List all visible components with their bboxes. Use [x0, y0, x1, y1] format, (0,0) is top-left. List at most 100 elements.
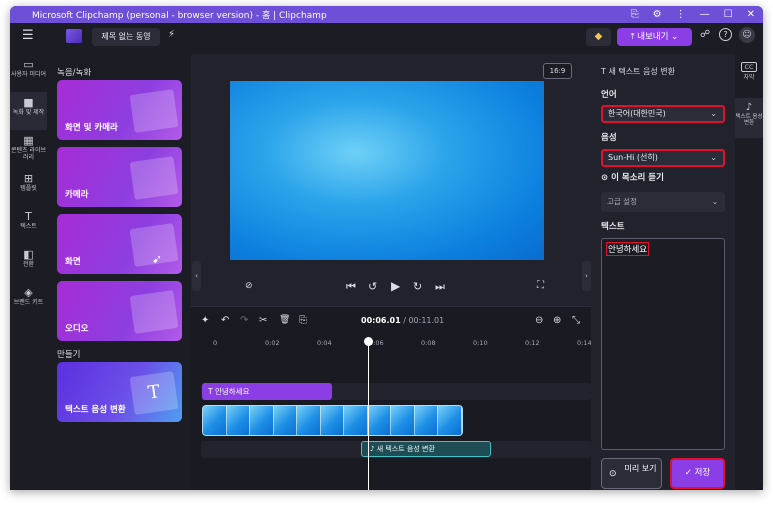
- ruler-tick: 0: [213, 339, 218, 347]
- language-select[interactable]: 한국어(대한민국) ⌄: [601, 105, 725, 123]
- aspect-ratio-button[interactable]: 16:9: [543, 63, 572, 79]
- nav-item-content-library[interactable]: ▦ 콘텐츠 라이브러리: [10, 130, 47, 168]
- premium-icon[interactable]: ◆: [586, 28, 611, 46]
- help-icon[interactable]: ?: [719, 28, 732, 41]
- brand-kit-icon: ◈: [24, 286, 33, 299]
- nav-item-text[interactable]: T 텍스트: [10, 206, 47, 244]
- delete-icon[interactable]: 🗑: [279, 315, 290, 325]
- transitions-icon: ◧: [23, 248, 34, 261]
- captions-off-icon[interactable]: ⊘: [245, 281, 253, 291]
- nav-label: 콘텐츠 라이브러리: [10, 147, 47, 161]
- text-icon: T: [25, 210, 32, 223]
- rail-item-text-to-speech[interactable]: ♪ 텍스트 음성 변환: [735, 98, 763, 138]
- text-input[interactable]: 안녕하세요: [601, 238, 725, 450]
- video-preview: [230, 81, 544, 260]
- text-clip[interactable]: T 안녕하세요: [202, 383, 332, 400]
- preview-button[interactable]: ⊙ 미리 보기: [601, 458, 662, 489]
- voice-select[interactable]: Sun-Hi (선히) ⌄: [601, 149, 725, 167]
- audio-clip[interactable]: ♪ 새 텍스트 음성 변환: [361, 441, 491, 457]
- card-label: 화면 및 카메라: [65, 123, 118, 133]
- undo-icon[interactable]: ↶: [221, 315, 229, 326]
- avatar[interactable]: ☺: [739, 27, 755, 43]
- panel-title: 새 텍스트 음성 변환: [608, 67, 675, 76]
- video-camera-icon: ■: [23, 96, 34, 109]
- minimize-icon[interactable]: —: [700, 9, 710, 20]
- fit-timeline-icon[interactable]: ⤡: [572, 315, 580, 326]
- nav-item-templates[interactable]: ⊞ 템플릿: [10, 168, 47, 206]
- fullscreen-icon[interactable]: ⛶: [537, 280, 544, 291]
- play-icon[interactable]: ▶: [391, 279, 400, 293]
- text-label: 텍스트: [601, 222, 625, 232]
- preview-label: 미리 보기: [624, 464, 657, 473]
- nav-item-brand-kit[interactable]: ◈ 브랜드 키트: [10, 282, 47, 320]
- card-audio[interactable]: 오디오: [57, 281, 182, 341]
- window-title: Microsoft Clipchamp (personal - browser …: [32, 11, 327, 21]
- panel-header: T 새 텍스트 음성 변환: [601, 66, 675, 77]
- ruler-tick: 0:10: [473, 339, 488, 347]
- video-clip[interactable]: [202, 405, 463, 436]
- card-screen-and-camera[interactable]: 화면 및 카메라: [57, 80, 182, 140]
- language-value: 한국어(대한민국): [608, 109, 666, 118]
- skip-back-icon[interactable]: ⏮: [346, 280, 356, 294]
- voice-icon: ♪: [745, 102, 753, 113]
- card-camera[interactable]: 카메라: [57, 147, 182, 207]
- language-label: 언어: [601, 90, 617, 100]
- rewind-5s-icon[interactable]: ↺: [368, 280, 377, 293]
- rail-label: 자막: [743, 74, 755, 81]
- text-input-value: 안녕하세요: [606, 242, 650, 256]
- chevron-down-icon: ⌄: [711, 197, 718, 206]
- copy-icon[interactable]: ⎘: [631, 9, 639, 20]
- magic-icon[interactable]: ⚡: [168, 29, 175, 40]
- card-label: 오디오: [65, 324, 89, 334]
- templates-icon: ⊞: [23, 172, 34, 185]
- window-controls: ⎘ ⚙ ⋮ — ☐ ✕: [631, 6, 755, 23]
- skip-forward-icon[interactable]: ⏭: [435, 280, 445, 294]
- extensions-icon[interactable]: ⚙: [653, 9, 662, 20]
- nav-item-transitions[interactable]: ◧ 전환: [10, 244, 47, 282]
- audio-clip-icon: ♪: [370, 445, 375, 453]
- close-icon[interactable]: ✕: [747, 9, 755, 20]
- cursor-icon: ➹: [152, 252, 163, 266]
- forward-5s-icon[interactable]: ↻: [413, 280, 422, 293]
- nav-item-your-media[interactable]: ▭ 사용자 미디어: [10, 54, 47, 92]
- redo-icon[interactable]: ↷: [240, 315, 248, 326]
- magic-tools-icon[interactable]: ✦: [201, 315, 209, 326]
- zoom-in-icon[interactable]: ⊕: [553, 315, 561, 326]
- nav-item-record-create[interactable]: ■ 녹화 및 제작: [10, 92, 47, 130]
- ruler-tick: 0:12: [525, 339, 540, 347]
- save-button[interactable]: ✓ 저장: [670, 458, 725, 489]
- play-circle-icon: ⊙: [609, 469, 617, 479]
- maximize-icon[interactable]: ☐: [724, 9, 733, 20]
- ruler-tick: 0:04: [317, 339, 332, 347]
- rail-label: 텍스트 음성 변환: [735, 114, 763, 126]
- more-options-icon[interactable]: ⋮: [676, 9, 686, 20]
- export-icon: ⤒: [630, 32, 635, 42]
- export-button[interactable]: ⤒ 내보내기 ⌄: [617, 28, 692, 46]
- card-label: 화면: [65, 257, 81, 267]
- advanced-label: 고급 설정: [607, 197, 637, 206]
- captions-icon: CC: [741, 62, 757, 72]
- text-to-speech-icon: T: [129, 371, 179, 415]
- record-create-library: 녹음/녹화 화면 및 카메라 카메라 화면 ➹ 오디오 만들기 T 텍스트 음성…: [47, 54, 191, 490]
- play-circle-icon: ⊙: [601, 173, 612, 183]
- zoom-out-icon[interactable]: ⊖: [535, 315, 543, 326]
- share-icon[interactable]: ☍: [700, 29, 710, 40]
- left-navigation: ▭ 사용자 미디어 ■ 녹화 및 제작 ▦ 콘텐츠 라이브러리 ⊞ 템플릿 T …: [10, 54, 47, 490]
- chevron-down-icon: ⌄: [710, 153, 717, 162]
- duplicate-icon[interactable]: ⎘: [299, 315, 307, 326]
- library-icon: ▦: [23, 134, 34, 147]
- advanced-settings-toggle[interactable]: 고급 설정 ⌄: [601, 192, 725, 212]
- listen-voice-button[interactable]: ⊙ 이 목소리 듣기: [601, 171, 664, 183]
- menu-icon[interactable]: ☰: [22, 28, 34, 43]
- rail-item-captions[interactable]: CC 자막: [735, 62, 763, 81]
- card-text-to-speech[interactable]: T 텍스트 음성 변환: [57, 362, 182, 422]
- card-illustration: [129, 89, 179, 133]
- project-title-input[interactable]: 제목 없는 동영: [92, 28, 160, 46]
- split-icon[interactable]: ✂: [259, 315, 267, 326]
- ruler-tick: 0:08: [421, 339, 436, 347]
- card-label: 텍스트 음성 변환: [65, 405, 126, 415]
- listen-label: 이 목소리 듣기: [611, 173, 664, 183]
- card-illustration: [129, 156, 179, 200]
- card-screen[interactable]: 화면 ➹: [57, 214, 182, 274]
- playhead: [368, 341, 369, 490]
